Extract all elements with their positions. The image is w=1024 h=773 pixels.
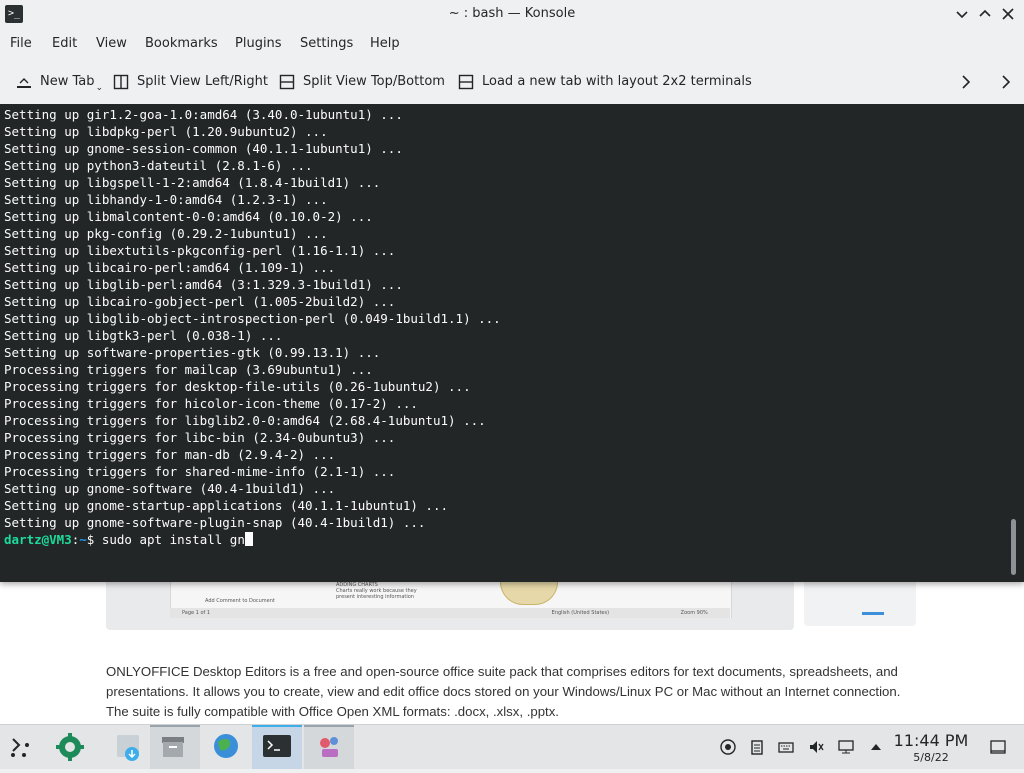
- terminal-line: Setting up software-properties-gtk (0.99…: [4, 345, 381, 360]
- terminal-prompt-line[interactable]: dartz@VM3:~$ sudo apt install gn: [4, 531, 501, 548]
- app-launcher-button[interactable]: [0, 725, 50, 769]
- chevron-right-icon: [962, 75, 971, 89]
- close-button[interactable]: [999, 5, 1017, 23]
- terminal-line: Setting up pkg-config (0.29.2-1ubuntu1) …: [4, 226, 328, 241]
- menu-help[interactable]: Help: [370, 36, 400, 51]
- split-vertical-icon: [113, 74, 129, 89]
- chevron-right-icon: [1002, 75, 1011, 89]
- terminal-line: Setting up libmalcontent-0-0:amd64 (0.10…: [4, 209, 373, 224]
- terminal-icon: [263, 735, 291, 757]
- menu-settings[interactable]: Settings: [300, 36, 353, 51]
- task-discover[interactable]: [103, 725, 153, 769]
- layout-2x2-button[interactable]: Load a new tab with layout 2x2 terminals: [458, 72, 752, 92]
- download-icon: [117, 735, 139, 761]
- menu-file[interactable]: File: [10, 36, 32, 51]
- split-left-right-button[interactable]: Split View Left/Right: [113, 72, 268, 92]
- terminal-line: Setting up libhandy-1-0:amd64 (1.2.3-1) …: [4, 192, 328, 207]
- article-paragraph: ONLYOFFICE Desktop Editors is a free and…: [106, 664, 901, 719]
- terminal-line: Setting up libextutils-pkgconfig-perl (1…: [4, 243, 396, 258]
- screenshot-thumbnail-2: [804, 582, 916, 626]
- terminal-scrollbar[interactable]: [1011, 519, 1016, 575]
- show-desktop-icon[interactable]: [990, 739, 1006, 755]
- task-system-settings[interactable]: [45, 725, 95, 769]
- menu-bookmarks[interactable]: Bookmarks: [145, 36, 218, 51]
- chevron-down-icon: [956, 11, 968, 19]
- prompt-path: ~: [79, 532, 87, 547]
- chevron-up-icon: [979, 9, 991, 17]
- grid-layout-icon: [458, 74, 474, 89]
- settings-gear-icon: [56, 733, 84, 761]
- menubar: File Edit View Bookmarks Plugins Setting…: [0, 30, 1024, 58]
- terminal-line: Setting up gnome-session-common (40.1.1-…: [4, 141, 403, 156]
- toolbar-overflow-button[interactable]: [998, 72, 1014, 92]
- sync-icon[interactable]: [720, 739, 736, 755]
- split-top-bottom-button[interactable]: Split View Top/Bottom: [279, 72, 445, 92]
- window-title: ~ : bash — Konsole: [448, 6, 576, 21]
- menu-plugins[interactable]: Plugins: [235, 36, 282, 51]
- clock-date[interactable]: 5/8/22: [888, 751, 974, 764]
- toolbar-next-button[interactable]: [958, 72, 974, 92]
- volume-muted-icon[interactable]: [808, 739, 824, 755]
- menu-view[interactable]: View: [96, 36, 127, 51]
- terminal-line: Processing triggers for mailcap (3.69ubu…: [4, 362, 373, 377]
- prompt-symbol: $: [86, 532, 102, 547]
- new-tab-button[interactable]: New Tab⌄: [16, 72, 103, 93]
- terminal-line: Setting up libglib-object-introspection-…: [4, 311, 501, 326]
- terminal-line: Setting up gnome-software (40.4-1build1)…: [4, 481, 336, 496]
- globe-icon: [214, 734, 238, 758]
- terminal-line: Setting up libdpkg-perl (1.20.9ubuntu2) …: [4, 124, 328, 139]
- network-icon[interactable]: [838, 739, 854, 755]
- terminal-line: Processing triggers for desktop-file-uti…: [4, 379, 471, 394]
- maximize-button[interactable]: [976, 5, 994, 23]
- new-tab-icon: [17, 77, 31, 88]
- terminal-line: Setting up libcairo-perl:amd64 (1.109-1)…: [4, 260, 336, 275]
- terminal-view[interactable]: Setting up gir1.2-goa-1.0:amd64 (3.40.0-…: [0, 104, 1024, 582]
- archive-icon: [162, 737, 184, 757]
- screenshot-add-comment: Add Comment to Document: [205, 598, 275, 604]
- terminal-output: Setting up gir1.2-goa-1.0:amd64 (3.40.0-…: [4, 106, 501, 548]
- menu-edit[interactable]: Edit: [52, 36, 77, 51]
- toolbar: New Tab⌄ Split View Left/Right Split Vie…: [0, 62, 1024, 102]
- background-webpage: ADDING CHARTS Charts really work because…: [0, 582, 1024, 724]
- terminal-line: Processing triggers for libc-bin (2.34-0…: [4, 430, 396, 445]
- task-konsole[interactable]: [252, 725, 302, 769]
- task-onlyoffice[interactable]: [304, 725, 354, 769]
- clock-time[interactable]: 11:44 PM: [888, 731, 974, 750]
- terminal-line: Setting up python3-dateutil (2.8.1-6) ..…: [4, 158, 313, 173]
- close-icon: [1002, 8, 1014, 20]
- screenshot-heading: ADDING CHARTS Charts really work because…: [336, 582, 417, 600]
- launcher-icon: [11, 738, 29, 757]
- minimize-button[interactable]: [953, 5, 971, 23]
- text-cursor: [244, 532, 253, 546]
- terminal-line: Processing triggers for libglib2.0-0:amd…: [4, 413, 486, 428]
- terminal-line: Setting up gnome-software-plugin-snap (4…: [4, 515, 426, 530]
- screenshot-blue-bar: [862, 612, 884, 615]
- task-file-manager[interactable]: [150, 725, 200, 769]
- terminal-line: Processing triggers for man-db (2.9.4-2)…: [4, 447, 336, 462]
- terminal-line: Setting up libgtk3-perl (0.038-1) ...: [4, 328, 283, 343]
- konsole-window[interactable]: >_ ~ : bash — Konsole File Edit View Boo…: [0, 0, 1024, 582]
- terminal-line: Processing triggers for hicolor-icon-the…: [4, 396, 418, 411]
- terminal-line: Setting up libgspell-1-2:amd64 (1.8.4-1b…: [4, 175, 381, 190]
- titlebar[interactable]: >_ ~ : bash — Konsole: [0, 0, 1024, 30]
- tray-expand-icon[interactable]: [868, 739, 884, 755]
- terminal-line: Processing triggers for shared-mime-info…: [4, 464, 396, 479]
- task-browser[interactable]: [201, 725, 251, 769]
- split-horizontal-icon: [279, 74, 295, 89]
- taskbar: 11:44 PM 5/8/22: [0, 724, 1024, 769]
- terminal-line: Setting up libcairo-gobject-perl (1.005-…: [4, 294, 396, 309]
- screenshot-statusbar: Page 1 of 1 English (United States) Zoom…: [170, 608, 730, 618]
- clipboard-icon[interactable]: [749, 739, 765, 755]
- keyboard-icon[interactable]: [778, 739, 794, 755]
- terminal-line: Setting up libglib-perl:amd64 (3:1.329.3…: [4, 277, 403, 292]
- office-app-icon: [320, 737, 338, 757]
- prompt-user: dartz@VM3: [4, 532, 72, 547]
- terminal-line: Setting up gir1.2-goa-1.0:amd64 (3.40.0-…: [4, 107, 403, 122]
- typed-command: sudo apt install gn: [101, 532, 245, 547]
- terminal-line: Setting up gnome-startup-applications (4…: [4, 498, 449, 513]
